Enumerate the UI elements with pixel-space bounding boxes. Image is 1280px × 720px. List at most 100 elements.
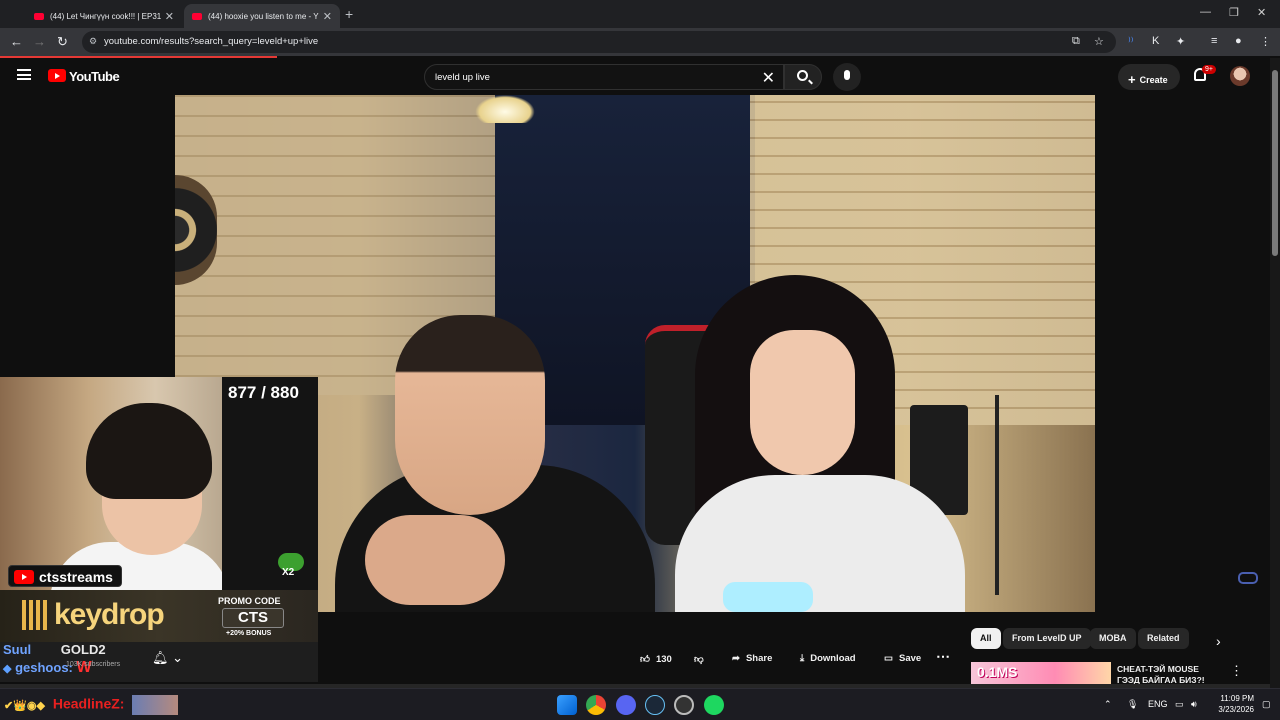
video-microphone [723, 582, 813, 612]
maximize-icon[interactable]: ❐ [1229, 6, 1239, 19]
tab-title: (44) Let Чингүүн cook!!! | EP31 [50, 11, 162, 21]
save-button[interactable]: ▭ Save [874, 647, 932, 671]
thumbnail-text: 0.1MS [977, 664, 1018, 680]
address-bar[interactable]: ⚙ youtube.com/results?search_query=level… [82, 31, 1116, 53]
close-window-icon[interactable]: ✕ [1257, 6, 1266, 19]
url-text: youtube.com/results?search_query=leveld+… [104, 36, 319, 47]
network-icon[interactable]: ▭ [1175, 699, 1184, 710]
site-info-icon[interactable]: ⚙ [89, 36, 97, 47]
more-actions-icon[interactable]: ⋯ [936, 648, 950, 665]
close-tab-icon[interactable]: ✕ [323, 10, 332, 23]
extensions-puzzle-icon[interactable]: ✦ [1176, 35, 1185, 48]
install-app-icon[interactable]: ⧉ [1072, 35, 1080, 48]
stream-overlay: 877 / 880 X2 ctsstreams keydrop PROMO CO… [0, 377, 318, 682]
system-clock[interactable]: 11:09 PM 3/23/2026 [1206, 693, 1254, 715]
view-counter: 877 / 880 [228, 383, 299, 402]
browser-tab[interactable]: (44) Let Чингүүн cook!!! | EP31 ✕ [26, 4, 182, 28]
account-avatar[interactable] [1230, 66, 1250, 86]
video-lamp [475, 95, 535, 123]
promo-label: PROMO CODE [218, 596, 281, 606]
like-button[interactable]: 👍︎ 130 [630, 647, 682, 671]
create-label: Create [1139, 75, 1168, 85]
extension-k-icon[interactable]: K [1152, 35, 1159, 47]
bookmark-star-icon[interactable]: ☆ [1094, 35, 1104, 48]
reload-icon[interactable]: ↻ [57, 34, 68, 50]
back-icon[interactable]: ← [10, 34, 23, 49]
search-button[interactable] [784, 64, 822, 90]
obs-icon[interactable] [674, 695, 694, 715]
search-input[interactable]: leveld up live ✕ [424, 64, 784, 90]
chat-username: geshoos: [15, 660, 73, 675]
microphone-tray-icon[interactable]: 🎙︎ [1127, 699, 1138, 710]
download-icon: ⤓ [800, 653, 805, 664]
microphone-icon [844, 70, 850, 80]
forward-icon[interactable]: → [33, 34, 46, 49]
chat-emotes-icon: ✔👑◉◆ [4, 699, 45, 712]
create-button[interactable]: + Create [1118, 64, 1180, 90]
scrollbar-thumb[interactable] [1272, 70, 1278, 256]
youtube-logo-text[interactable]: YouTube [69, 69, 120, 84]
chat-message: Suul GOLD2 [3, 642, 106, 657]
diamond-emote-icon: ◆ [3, 663, 12, 675]
chrome-icon[interactable] [586, 695, 606, 715]
extension-icon[interactable]: ⁾⁾ [1128, 35, 1133, 48]
language-indicator[interactable]: ENG [1148, 699, 1168, 709]
volume-icon[interactable]: 🔊︎ [1191, 699, 1197, 710]
related-video-title[interactable]: CHEAT-ТЭЙ MOUSE ГЭЭД БАЙГАА БИЗ?! [1117, 664, 1222, 686]
download-button[interactable]: ⤓ Download [790, 647, 866, 671]
new-tab-button[interactable]: + [345, 6, 353, 22]
video-person-left [335, 315, 665, 612]
clear-search-icon[interactable]: ✕ [762, 68, 775, 88]
chip-from-channel[interactable]: From LevelD UP [1003, 628, 1091, 649]
show-hidden-icons-icon[interactable]: ⌃ [1104, 699, 1112, 710]
chat-image [132, 695, 179, 715]
promo-bonus: +20% BONUS [226, 630, 272, 637]
voice-search-button[interactable] [833, 63, 861, 91]
sponsor-name: keydrop [54, 598, 165, 631]
chip-related[interactable]: Related [1138, 628, 1189, 649]
streamer-webcam [0, 377, 230, 602]
like-count: 130 [655, 654, 672, 665]
keydrop-logo-icon [22, 600, 48, 630]
youtube-header: YouTube leveld up live ✕ + Create 9+ [0, 58, 1270, 95]
close-tab-icon[interactable]: ✕ [165, 10, 174, 23]
notification-badge: 9+ [1202, 65, 1216, 74]
chip-all[interactable]: All [971, 628, 1001, 649]
youtube-logo-icon[interactable] [48, 69, 66, 82]
share-button[interactable]: ➦ Share [722, 647, 783, 671]
clock-time: 11:09 PM [1220, 694, 1254, 703]
subscription-bell-icon[interactable]: 🔔︎ ⌄ [152, 650, 183, 666]
chip-moba[interactable]: MOBA [1090, 628, 1136, 649]
notifications-center-icon[interactable]: ▢ [1262, 699, 1271, 710]
channel-tag: ctsstreams [8, 565, 122, 587]
video-person-right [655, 275, 975, 612]
youtube-icon [14, 570, 34, 584]
browser-toolbar: ← → ↻ ⚙ youtube.com/results?search_query… [0, 28, 1280, 56]
dislike-button[interactable]: 👎︎ [684, 647, 720, 671]
browser-menu-icon[interactable]: ⋮ [1260, 35, 1271, 48]
share-label: Share [745, 653, 773, 664]
download-label: Download [810, 653, 856, 664]
tab-title: (44) hooxie you listen to me - Y [208, 11, 319, 21]
multiplier-label: X2 [282, 567, 295, 578]
media-control-icon[interactable]: ≡ [1211, 35, 1217, 47]
chat-overlay-message: ✔👑◉◆ HeadlineZ: [4, 695, 179, 715]
gamepad-icon [1238, 572, 1258, 584]
search-input-value: leveld up live [435, 72, 490, 83]
profile-icon[interactable]: ● [1235, 35, 1242, 47]
menu-icon[interactable] [17, 69, 31, 80]
windows-start-icon[interactable] [557, 695, 577, 715]
related-video-menu-icon[interactable]: ⋮ [1230, 663, 1243, 679]
save-label: Save [898, 653, 922, 664]
discord-icon[interactable] [616, 695, 636, 715]
steam-icon[interactable] [645, 695, 665, 715]
save-playlist-icon: ▭ [884, 653, 893, 664]
browser-tab-strip: (44) Let Чингүүн cook!!! | EP31 ✕ (44) h… [0, 0, 1280, 28]
spotify-icon[interactable] [704, 695, 724, 715]
youtube-favicon-icon [34, 12, 44, 20]
thumbs-down-icon: 👎︎ [694, 654, 704, 665]
search-icon [797, 70, 808, 81]
browser-tab-active[interactable]: (44) hooxie you listen to me - Y ✕ [184, 4, 340, 28]
minimize-icon[interactable]: — [1200, 6, 1211, 18]
chevron-right-icon[interactable]: › [1216, 633, 1221, 649]
